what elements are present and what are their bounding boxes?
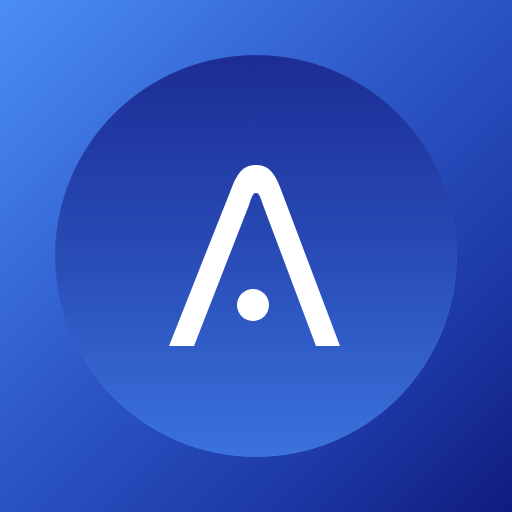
logo-dot xyxy=(237,289,269,321)
app-icon xyxy=(0,0,512,512)
logo-icon xyxy=(169,165,340,346)
